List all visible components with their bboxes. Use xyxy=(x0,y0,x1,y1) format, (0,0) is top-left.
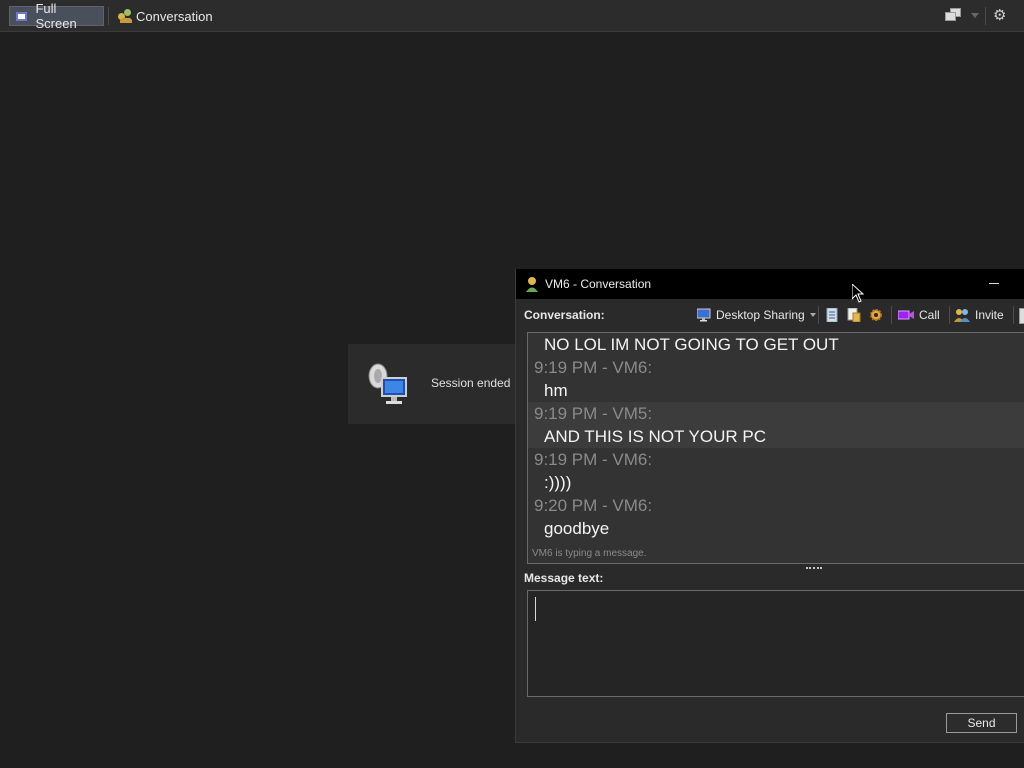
message-text: NO LOL IM NOT GOING TO GET OUT xyxy=(544,335,839,354)
file-transfer-icon xyxy=(847,308,861,322)
message-text: AND THIS IS NOT YOUR PC xyxy=(544,427,766,446)
mouse-pointer-icon xyxy=(852,284,864,303)
minimize-button[interactable] xyxy=(987,274,1001,290)
message-text-label: Message text: xyxy=(524,571,604,585)
desktop-sharing-button[interactable]: Desktop Sharing xyxy=(697,306,816,324)
toolbar-divider xyxy=(108,7,109,25)
chevron-down-icon[interactable] xyxy=(809,313,816,317)
conversation-history[interactable]: NO LOL IM NOT GOING TO GET OUT 9:19 PM -… xyxy=(527,332,1024,564)
call-label: Call xyxy=(919,308,940,322)
chevron-down-icon[interactable] xyxy=(971,13,979,18)
session-ended-notification: Session ended xyxy=(348,344,528,424)
invite-people-icon xyxy=(954,309,970,322)
window-title: VM6 - Conversation xyxy=(545,277,652,291)
settings-gear-icon xyxy=(870,309,882,321)
message-timestamp: 9:20 PM - VM6: xyxy=(534,496,653,515)
toolbar-divider xyxy=(1013,306,1014,324)
video-camera-icon xyxy=(898,310,914,320)
message-header: 9:19 PM - VM6: xyxy=(528,356,1024,379)
message-timestamp: 9:19 PM - VM5: xyxy=(534,404,653,423)
toolbar-divider xyxy=(949,306,950,324)
invite-button[interactable]: Invite xyxy=(954,306,1004,324)
toolbar-divider xyxy=(818,306,819,324)
conversation-heading: Conversation: xyxy=(524,308,605,322)
desktop-sharing-label: Desktop Sharing xyxy=(716,308,805,322)
settings-button[interactable] xyxy=(869,306,888,324)
windows-icon[interactable] xyxy=(945,8,961,21)
text-caret xyxy=(535,597,536,621)
contact-icon xyxy=(526,277,538,292)
message-text: goodbye xyxy=(544,519,610,538)
message-text: :)))) xyxy=(544,473,572,492)
conversation-window: VM6 - Conversation Conversation: Desktop… xyxy=(515,269,1024,743)
conversation-label: Conversation xyxy=(136,8,213,24)
message-input[interactable] xyxy=(527,590,1024,697)
more-tools-icon[interactable] xyxy=(1019,308,1024,324)
notes-button[interactable] xyxy=(825,306,844,324)
session-status-text: Session ended xyxy=(431,376,511,390)
message-line: NO LOL IM NOT GOING TO GET OUT xyxy=(528,333,1024,356)
message-line: AND THIS IS NOT YOUR PC xyxy=(528,425,1024,448)
remote-desktop-icon xyxy=(368,363,407,404)
contacts-icon xyxy=(118,9,134,23)
fullscreen-icon xyxy=(16,11,28,21)
call-button[interactable]: Call xyxy=(898,306,940,324)
window-titlebar[interactable]: VM6 - Conversation xyxy=(516,269,1024,299)
message-timestamp: 9:19 PM - VM6: xyxy=(534,450,653,469)
splitter-handle[interactable] xyxy=(806,567,822,572)
toolbar-divider xyxy=(985,7,986,25)
message-line: goodbye xyxy=(528,517,1024,540)
toolbar-divider xyxy=(891,306,892,324)
conversation-button[interactable]: Conversation xyxy=(112,6,219,26)
message-header: 9:19 PM - VM5: xyxy=(528,402,1024,425)
gear-icon[interactable]: ⚙ xyxy=(993,8,1009,24)
invite-label: Invite xyxy=(975,308,1004,322)
file-transfer-button[interactable] xyxy=(847,306,866,324)
message-text: hm xyxy=(544,381,568,400)
notes-icon xyxy=(826,308,838,322)
message-header: 9:20 PM - VM6: xyxy=(528,494,1024,517)
fullscreen-button[interactable]: Full Screen xyxy=(9,1,104,31)
top-toolbar: Full Screen Conversation ⚙ xyxy=(0,0,1024,32)
typing-indicator: VM6 is typing a message. xyxy=(532,548,647,559)
message-line: :)))) xyxy=(528,471,1024,494)
send-button[interactable]: Send xyxy=(946,713,1017,733)
message-header: 9:19 PM - VM6: xyxy=(528,448,1024,471)
desktop-sharing-icon xyxy=(697,308,711,322)
fullscreen-label: Full Screen xyxy=(35,1,77,31)
message-line: hm xyxy=(528,379,1024,402)
message-timestamp: 9:19 PM - VM6: xyxy=(534,358,653,377)
